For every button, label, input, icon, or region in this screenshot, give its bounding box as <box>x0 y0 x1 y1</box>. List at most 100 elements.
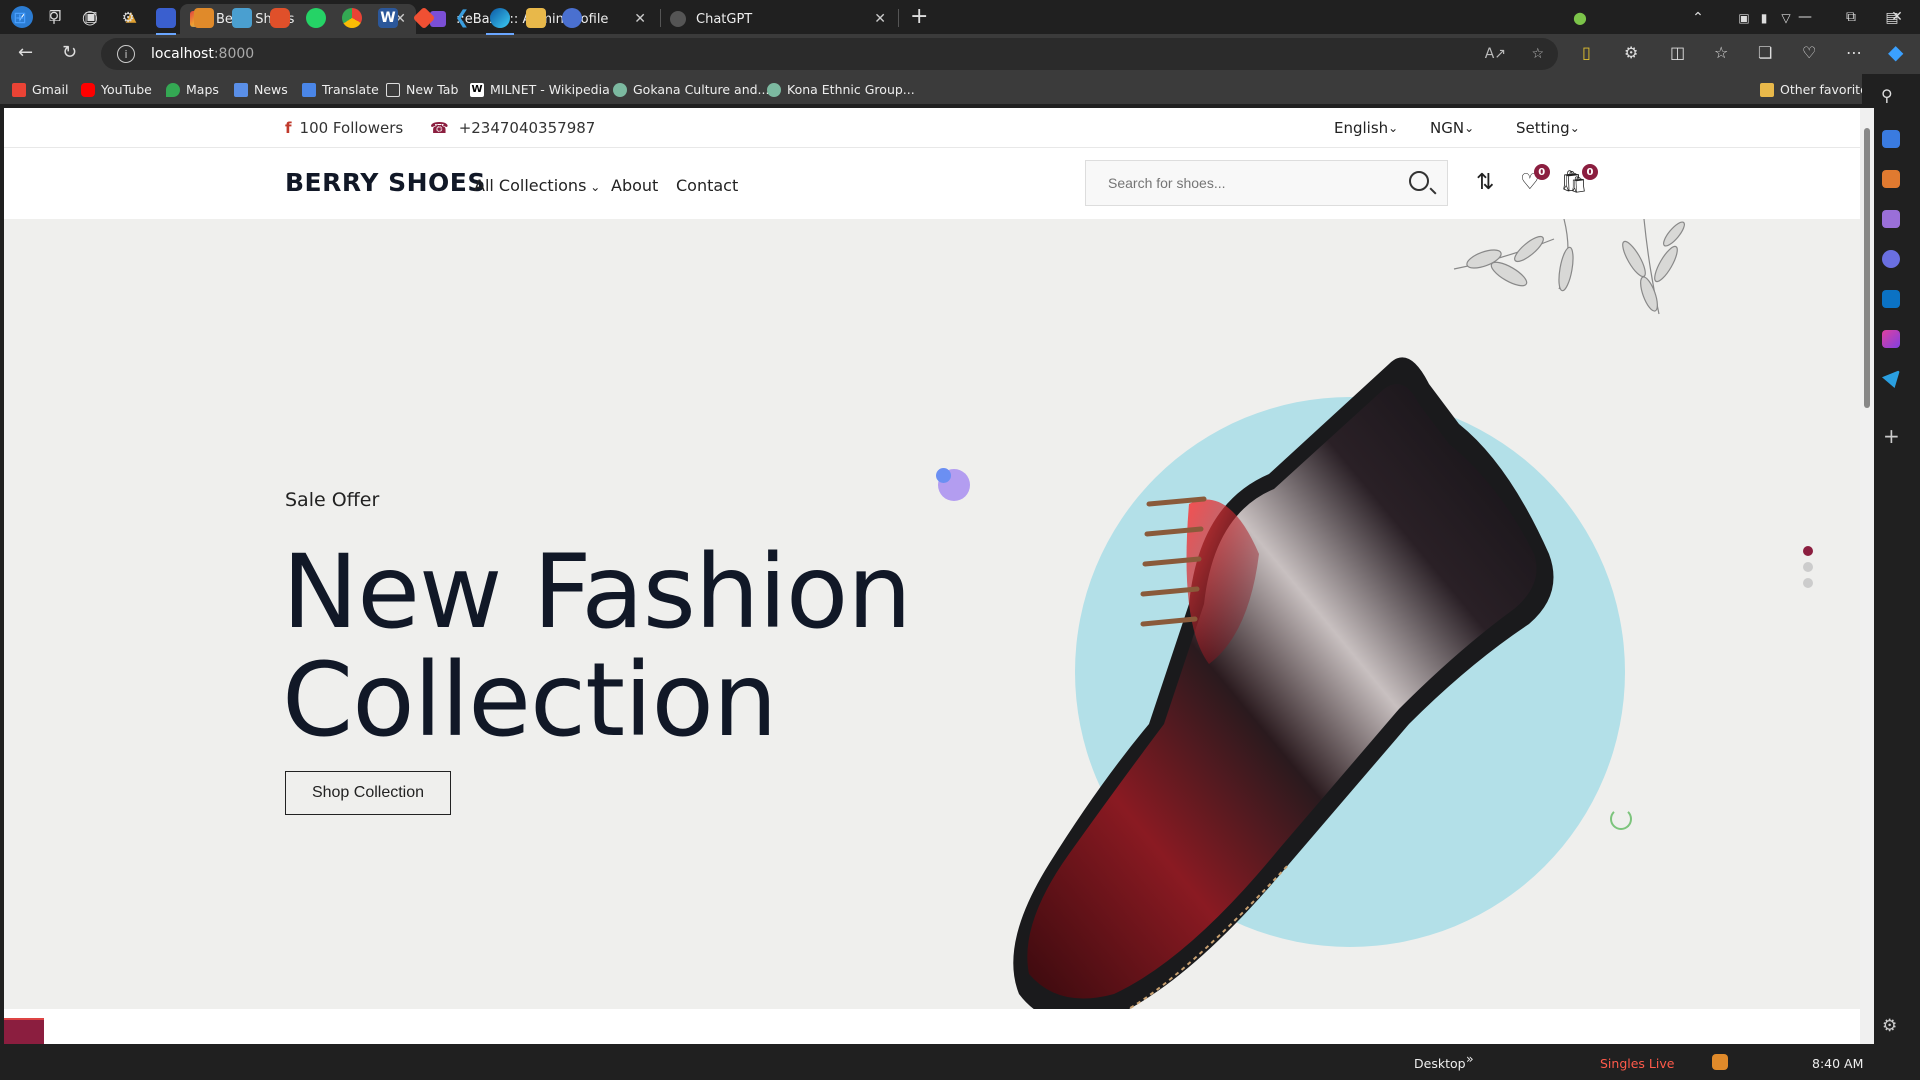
chevron-up-icon[interactable]: ⌃ <box>1688 8 1708 28</box>
bookmark-gmail[interactable]: Gmail <box>12 82 68 97</box>
search-icon[interactable] <box>1409 171 1429 191</box>
vscode-icon[interactable]: ❮ <box>452 8 472 28</box>
shoe-image <box>1013 357 1554 1009</box>
collections-icon[interactable]: ❏ <box>1758 43 1772 62</box>
app-icon[interactable] <box>562 8 582 28</box>
bookmark-other-favorites[interactable]: Other favorites <box>1760 82 1874 97</box>
bookmark-kona[interactable]: Kona Ethnic Group... <box>767 82 915 97</box>
tray-app-icon[interactable] <box>1712 1054 1728 1070</box>
nav-contact[interactable]: Contact <box>676 176 738 195</box>
bookmark-new-tab[interactable]: New Tab <box>386 82 458 97</box>
url-field[interactable]: i localhost:8000 A↗ ☆ <box>101 38 1558 70</box>
shopping-icon[interactable] <box>1882 130 1900 148</box>
debug-toolbar-icon[interactable] <box>4 1018 44 1044</box>
windows-start-icon[interactable]: ⊞ <box>10 8 30 28</box>
globe-icon <box>767 82 781 97</box>
new-tab-icon[interactable]: + <box>910 4 928 29</box>
bookmark-label: YouTube <box>101 82 152 97</box>
app-icon[interactable] <box>156 8 176 28</box>
chrome-icon[interactable] <box>342 8 362 28</box>
copilot-sidebar-icon[interactable] <box>1882 250 1900 268</box>
back-icon[interactable]: ← <box>18 42 33 63</box>
slider-dot[interactable] <box>1803 562 1813 572</box>
wallet-icon[interactable]: ▯ <box>1582 43 1591 62</box>
wifi-icon[interactable]: ▽ <box>1778 8 1794 28</box>
site-logo[interactable]: BERRY SHOES <box>285 168 486 197</box>
more-menu-icon[interactable]: ⋯ <box>1846 43 1862 62</box>
slider-dot[interactable] <box>1803 578 1813 588</box>
split-screen-icon[interactable]: ◫ <box>1670 43 1685 62</box>
tab-chatgpt[interactable]: ChatGPT ✕ <box>660 4 896 34</box>
bookmark-milnet[interactable]: W MILNET - Wikipedia <box>470 82 610 97</box>
close-icon[interactable]: ✕ <box>874 11 886 27</box>
refresh-icon[interactable]: ↻ <box>62 42 77 63</box>
whatsapp-icon[interactable] <box>306 8 326 28</box>
extensions-icon[interactable]: ⚙ <box>1624 43 1638 62</box>
translate-icon <box>302 82 316 97</box>
add-sidebar-app-icon[interactable]: + <box>1883 424 1900 448</box>
nav-all-collections[interactable]: All Collections <box>474 176 600 195</box>
wishlist-button[interactable]: ♡ 0 <box>1520 164 1550 195</box>
language-dropdown[interactable]: English <box>1334 119 1398 137</box>
wikipedia-icon: W <box>470 82 484 97</box>
top-info-bar: f 100 Followers ☎ +2347040357987 English N… <box>4 108 1862 148</box>
chevron-right-icon[interactable]: » <box>1466 1051 1474 1066</box>
edge-icon[interactable] <box>490 8 510 28</box>
cortana-icon[interactable]: ◯ <box>80 8 100 28</box>
scrollbar-thumb[interactable] <box>1864 128 1870 408</box>
brave-icon[interactable] <box>270 8 290 28</box>
browser-essentials-icon[interactable]: ♡ <box>1802 43 1816 62</box>
url-host: localhost <box>151 46 214 62</box>
app-icon[interactable] <box>232 8 252 28</box>
word-icon[interactable]: W <box>378 8 398 28</box>
restore-icon[interactable]: ⧉ <box>1828 0 1874 34</box>
bookmark-translate[interactable]: Translate <box>302 82 379 97</box>
bookmark-gokana[interactable]: Gokana Culture and... <box>613 82 769 97</box>
battery-icon[interactable]: ▮ <box>1756 8 1772 28</box>
singles-live-icon[interactable]: ● <box>1570 8 1590 28</box>
compare-icon[interactable]: ⇅ <box>1476 170 1494 195</box>
favorites-icon[interactable]: ☆ <box>1714 43 1728 62</box>
tools-icon[interactable] <box>1882 170 1900 188</box>
hero-title-line2: Collection <box>282 641 778 760</box>
clock[interactable]: 8:40 AM <box>1812 1056 1863 1071</box>
cart-count-badge: 0 <box>1581 164 1598 180</box>
tray-app-icon[interactable]: ▣ <box>1736 8 1752 28</box>
slider-dot[interactable] <box>1803 546 1813 556</box>
setting-dropdown[interactable]: Setting <box>1516 119 1580 137</box>
currency-dropdown[interactable]: NGN <box>1430 119 1474 137</box>
designer-icon[interactable] <box>1882 330 1900 348</box>
desktop-label[interactable]: Desktop <box>1414 1056 1466 1071</box>
bookmark-maps[interactable]: Maps <box>166 82 219 97</box>
singles-live-label[interactable]: Singles Live <box>1600 1056 1674 1071</box>
page-scrollbar[interactable] <box>1860 108 1874 1044</box>
cart-button[interactable]: 🛍︎ 0 <box>1560 164 1598 195</box>
outlook-icon[interactable] <box>1882 290 1900 308</box>
green-ring-decoration <box>1610 808 1632 830</box>
app-icon[interactable] <box>194 8 214 28</box>
file-explorer-icon[interactable] <box>526 8 546 28</box>
site-header: BERRY SHOES All Collections About Contac… <box>4 148 1862 219</box>
bookmark-news[interactable]: News <box>234 82 288 97</box>
favorite-star-icon[interactable]: ☆ <box>1531 46 1544 62</box>
read-aloud-icon[interactable]: A↗ <box>1485 46 1506 62</box>
close-icon[interactable]: ✕ <box>634 11 646 27</box>
nav-about[interactable]: About <box>611 176 658 195</box>
notifications-icon[interactable]: ▤ <box>1882 8 1902 28</box>
copilot-icon[interactable]: ◆ <box>1888 40 1903 64</box>
phone-link[interactable]: ☎ +2347040357987 <box>430 119 595 137</box>
sidebar-settings-icon[interactable]: ⚙ <box>1882 1016 1897 1036</box>
search-input[interactable] <box>1108 175 1398 191</box>
site-info-icon[interactable]: i <box>117 45 135 63</box>
search-taskbar-icon[interactable]: ⚲ <box>44 8 64 28</box>
settings-gear-icon[interactable]: ⚙ <box>118 8 138 28</box>
globe-icon <box>613 82 627 97</box>
telegram-icon[interactable] <box>1882 370 1900 388</box>
games-icon[interactable] <box>1882 210 1900 228</box>
bookmark-youtube[interactable]: YouTube <box>81 82 152 97</box>
setting-text: Setting <box>1516 119 1570 137</box>
shop-collection-button[interactable]: Shop Collection <box>285 771 451 815</box>
followers-link[interactable]: f 100 Followers <box>285 119 403 137</box>
search-icon[interactable]: ⚲ <box>1881 86 1893 105</box>
tab-label: ChatGPT <box>696 11 753 27</box>
